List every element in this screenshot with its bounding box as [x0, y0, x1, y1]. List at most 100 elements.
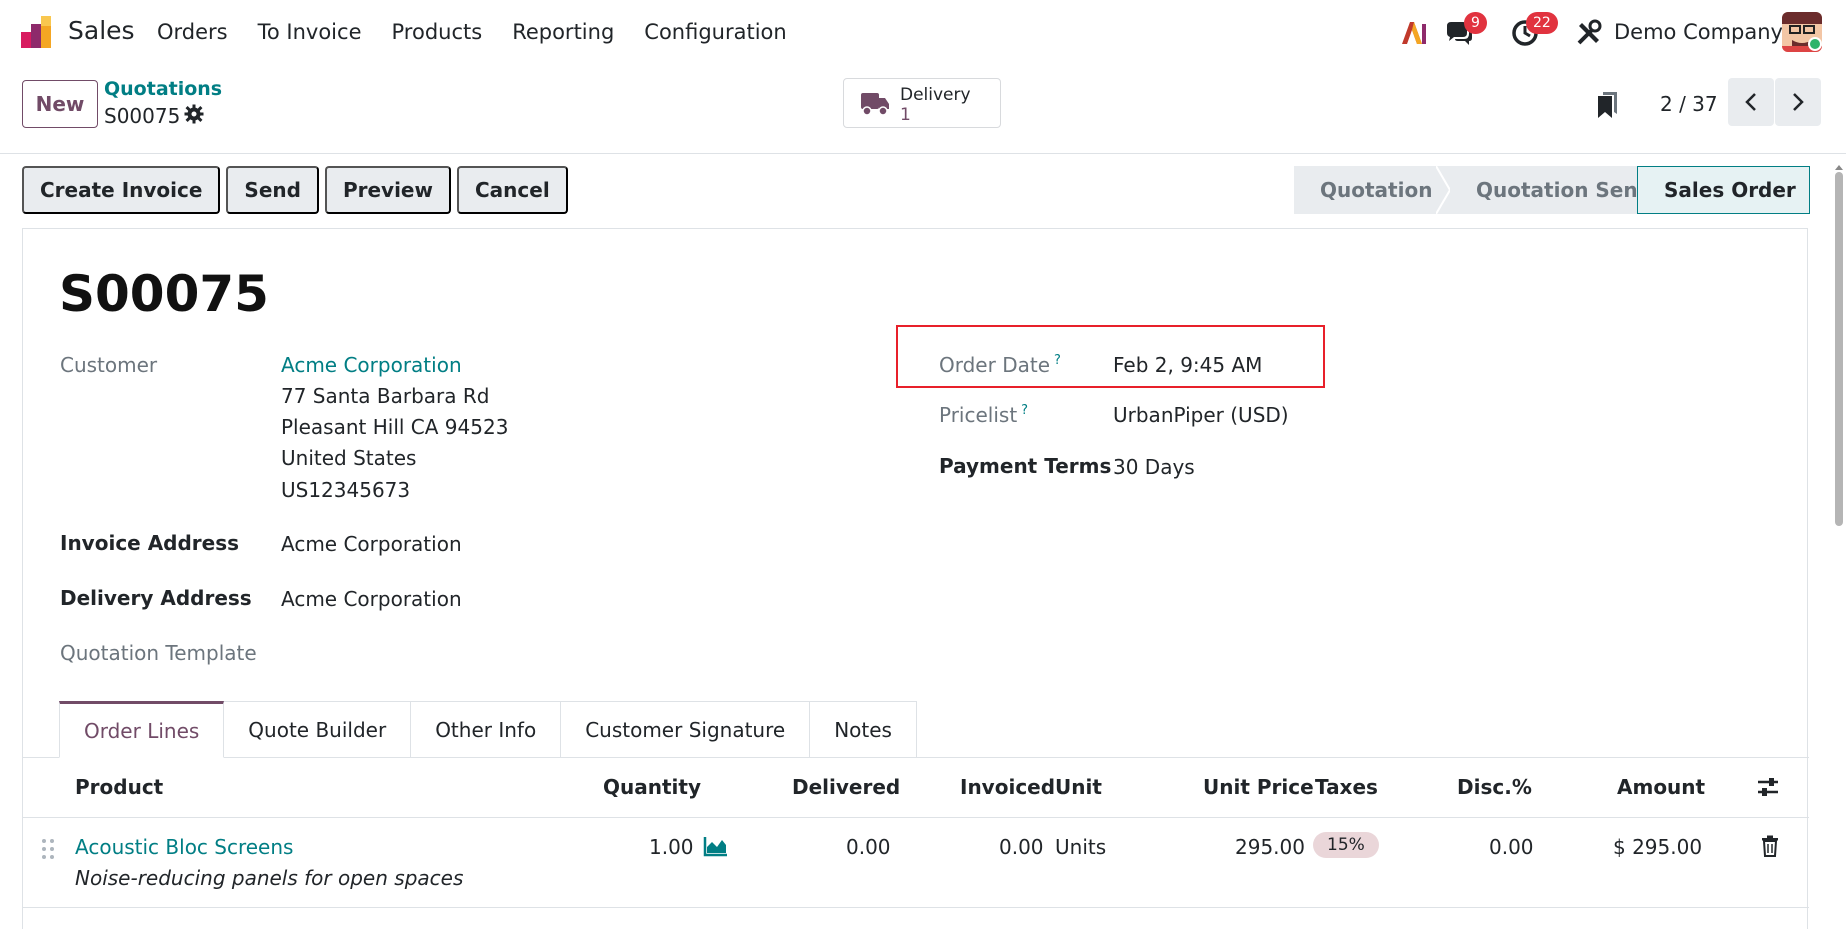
- line-tax-badge[interactable]: 15%: [1313, 832, 1379, 858]
- line-description[interactable]: Noise-reducing panels for open spaces: [75, 866, 463, 890]
- activities-badge: 22: [1526, 12, 1558, 34]
- header-divider: [23, 817, 1809, 818]
- forecast-chart-icon[interactable]: [703, 835, 729, 857]
- status-bar: Quotation Quotation Sent Sales Order: [1294, 166, 1810, 214]
- column-header-amount[interactable]: Amount: [1617, 775, 1705, 799]
- delivery-address-field[interactable]: Acme Corporation: [281, 587, 462, 611]
- stage-quotation[interactable]: Quotation: [1294, 166, 1436, 214]
- bookmark-icon[interactable]: [1596, 90, 1620, 120]
- column-header-product[interactable]: Product: [75, 775, 163, 799]
- tab-notes-label: Notes: [834, 717, 892, 742]
- messages-badge: 9: [1464, 12, 1487, 34]
- pager-next-button[interactable]: [1775, 78, 1821, 126]
- create-invoice-button[interactable]: Create Invoice: [22, 166, 221, 214]
- tab-notes[interactable]: Notes: [810, 701, 917, 758]
- pager-previous-button[interactable]: [1728, 78, 1774, 126]
- pricelist-label: Pricelist?: [939, 403, 1028, 427]
- tools-icon[interactable]: [1574, 18, 1604, 48]
- new-button[interactable]: New: [22, 80, 98, 128]
- tab-quote-builder[interactable]: Quote Builder: [224, 701, 412, 758]
- help-tooltip-icon[interactable]: ?: [1021, 403, 1028, 418]
- column-header-delivered[interactable]: Delivered: [792, 775, 900, 799]
- trash-icon[interactable]: [1761, 835, 1779, 857]
- pricelist-label-text: Pricelist: [939, 403, 1018, 427]
- column-header-quantity[interactable]: Quantity: [603, 775, 701, 799]
- column-header-disc[interactable]: Disc.%: [1457, 775, 1532, 799]
- line-discount[interactable]: 0.00: [1489, 835, 1534, 859]
- line-product[interactable]: Acoustic Bloc Screens: [75, 835, 293, 859]
- cancel-button[interactable]: Cancel: [456, 166, 568, 214]
- line-unit-price[interactable]: 295.00: [1235, 835, 1305, 859]
- send-button[interactable]: Send: [226, 166, 319, 214]
- invoice-address-field[interactable]: Acme Corporation: [281, 532, 462, 556]
- menu-to-invoice[interactable]: To Invoice: [258, 20, 362, 44]
- sales-app-icon[interactable]: [20, 14, 56, 50]
- customer-address-line-1: 77 Santa Barbara Rd: [281, 384, 490, 408]
- menu-orders[interactable]: Orders: [157, 20, 228, 44]
- action-bar: Create Invoice Send Preview Cancel: [22, 166, 568, 214]
- help-tooltip-icon[interactable]: ?: [1054, 353, 1061, 368]
- menu-configuration[interactable]: Configuration: [644, 20, 786, 44]
- payment-terms-field[interactable]: 30 Days: [1113, 455, 1195, 479]
- row-divider: [23, 907, 1809, 908]
- customer-vat: US12345673: [281, 478, 411, 502]
- stage-quotation-sent[interactable]: Quotation Sent: [1450, 166, 1647, 214]
- column-header-unit-price[interactable]: Unit Price: [1203, 775, 1314, 799]
- preview-button[interactable]: Preview: [324, 166, 451, 214]
- top-navbar: Sales Orders To Invoice Products Reporti…: [0, 0, 1846, 64]
- tab-quote-builder-label: Quote Builder: [248, 717, 387, 742]
- stage-separator-icon: [1436, 166, 1450, 214]
- breadcrumb-quotations[interactable]: Quotations: [104, 78, 222, 100]
- chevron-right-icon: [1793, 93, 1804, 111]
- line-delivered: 0.00: [846, 835, 891, 859]
- chevron-left-icon: [1745, 93, 1756, 111]
- payment-terms-label: Payment Terms: [939, 454, 1112, 478]
- pricelist-field[interactable]: UrbanPiper (USD): [1113, 403, 1289, 427]
- tab-customer-signature[interactable]: Customer Signature: [561, 701, 811, 758]
- menu-products[interactable]: Products: [392, 20, 483, 44]
- control-panel: New Quotations S00075 Delivery 1 2 / 37: [0, 64, 1846, 154]
- delivery-label: Delivery: [900, 85, 971, 105]
- breadcrumb-current-record: S00075: [104, 104, 181, 128]
- delivery-count: 1: [900, 105, 911, 125]
- notebook-tabs: Order Lines Quote Builder Other Info Cus…: [59, 701, 917, 758]
- stage-quotation-sent-label: Quotation Sent: [1476, 178, 1648, 202]
- optional-columns-icon[interactable]: [1756, 775, 1780, 799]
- line-unit[interactable]: Units: [1055, 835, 1106, 859]
- scroll-thumb[interactable]: [1835, 172, 1843, 526]
- tab-order-lines-label: Order Lines: [84, 718, 200, 743]
- order-date-label: Order Date?: [939, 353, 1061, 377]
- delivery-smart-button[interactable]: Delivery 1: [843, 78, 1001, 128]
- ai-icon[interactable]: [1398, 18, 1428, 48]
- menu-reporting[interactable]: Reporting: [512, 20, 614, 44]
- column-header-taxes[interactable]: Taxes: [1315, 775, 1378, 799]
- tab-order-lines[interactable]: Order Lines: [59, 701, 225, 758]
- order-date-field[interactable]: Feb 2, 9:45 AM: [1113, 353, 1262, 377]
- stage-sales-order-label: Sales Order: [1664, 178, 1796, 202]
- delivery-address-label: Delivery Address: [60, 586, 252, 610]
- gear-icon[interactable]: [184, 104, 204, 124]
- tab-other-info-label: Other Info: [435, 717, 537, 742]
- stage-quotation-label: Quotation: [1320, 178, 1433, 202]
- main-menu: Orders To Invoice Products Reporting Con…: [157, 20, 817, 44]
- column-header-invoiced[interactable]: Invoiced: [960, 775, 1055, 799]
- truck-icon: [861, 93, 889, 116]
- drag-handle-icon[interactable]: [41, 837, 55, 861]
- customer-field[interactable]: Acme Corporation: [281, 353, 462, 377]
- stage-sales-order[interactable]: Sales Order: [1637, 166, 1810, 214]
- line-invoiced: 0.00: [999, 835, 1044, 859]
- invoice-address-label: Invoice Address: [60, 531, 240, 555]
- tab-customer-signature-label: Customer Signature: [585, 717, 786, 742]
- quotation-template-label: Quotation Template: [60, 641, 257, 665]
- form-sheet: S00075 Customer Acme Corporation 77 Sant…: [22, 228, 1809, 929]
- app-name[interactable]: Sales: [68, 16, 135, 45]
- tab-other-info[interactable]: Other Info: [411, 701, 562, 758]
- column-header-unit[interactable]: Unit: [1055, 775, 1102, 799]
- customer-address-line-2: Pleasant Hill CA 94523: [281, 415, 509, 439]
- pager-value[interactable]: 2 / 37: [1660, 92, 1718, 116]
- order-date-label-text: Order Date: [939, 353, 1050, 377]
- customer-label: Customer: [60, 353, 158, 377]
- page-title: S00075: [59, 265, 269, 323]
- line-quantity[interactable]: 1.00: [649, 835, 694, 859]
- company-switcher[interactable]: Demo Company: [1614, 20, 1783, 44]
